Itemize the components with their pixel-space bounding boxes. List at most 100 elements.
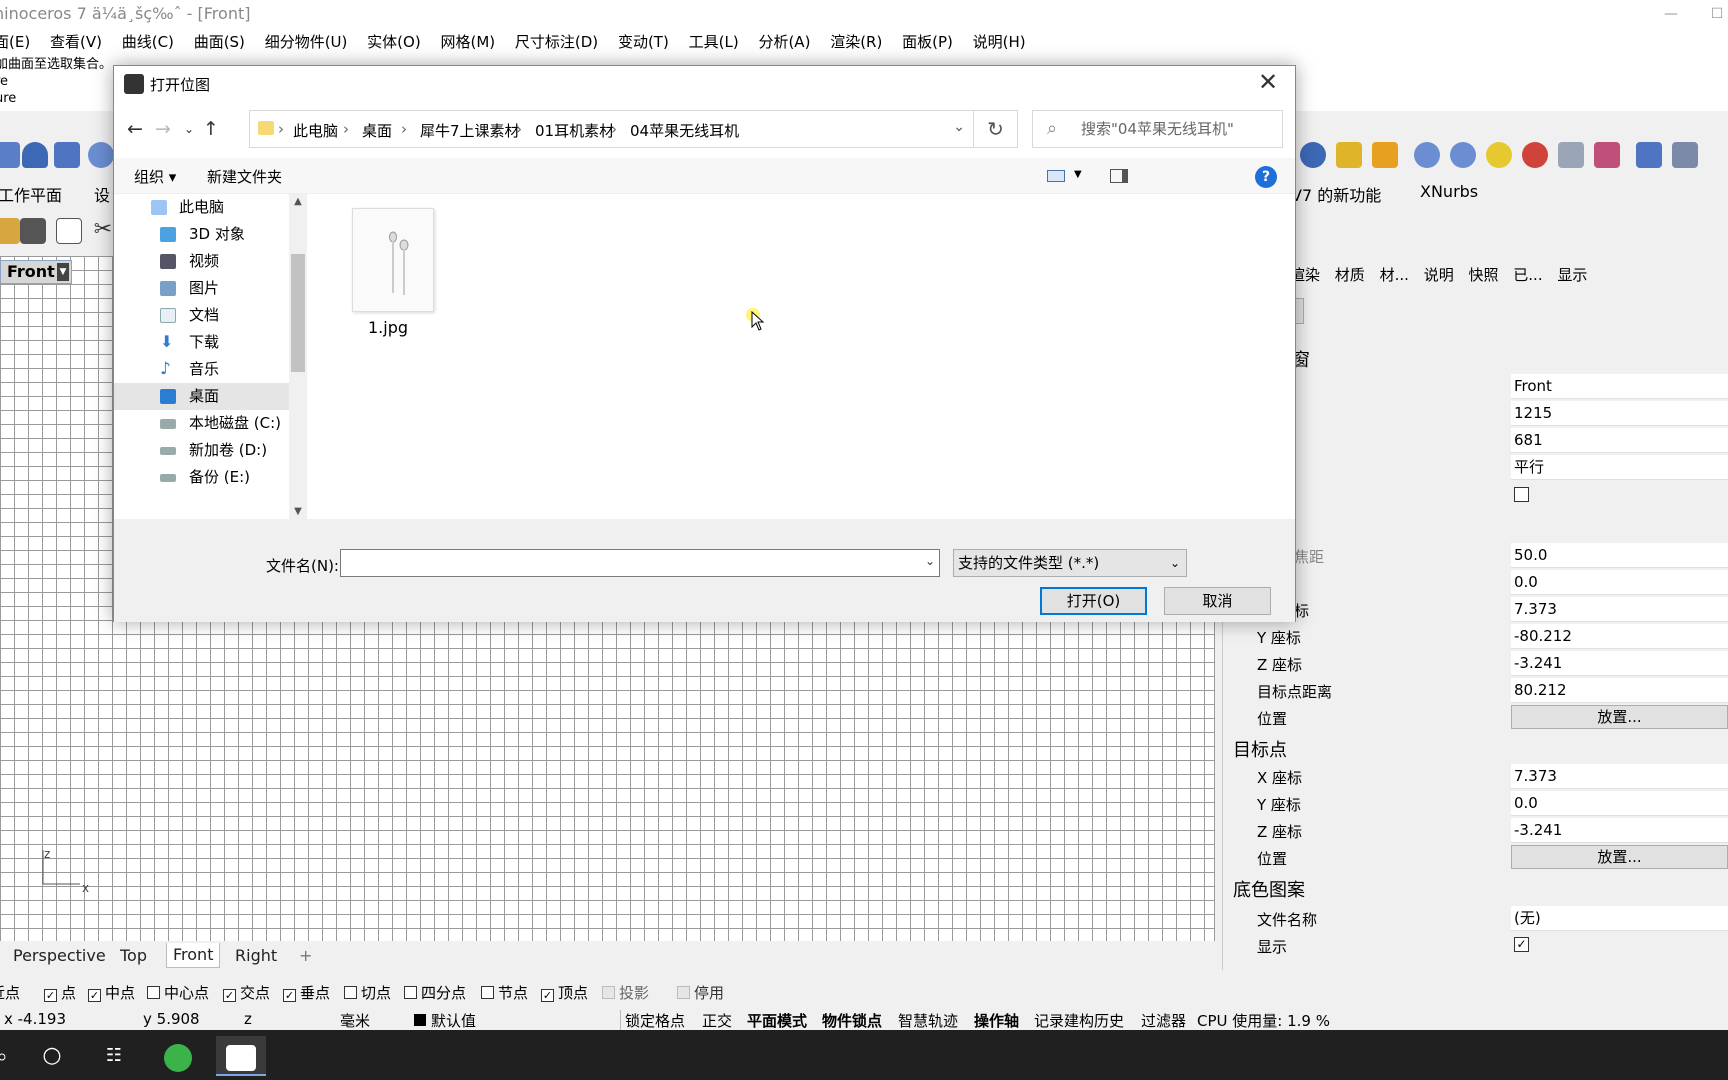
breadcrumb-current[interactable]: 04苹果无线耳机 — [630, 120, 739, 141]
browser-icon[interactable] — [156, 1036, 200, 1076]
target-x-value[interactable]: 7.373 — [1511, 764, 1728, 789]
breadcrumb-course[interactable]: 犀牛7上课素材 — [420, 120, 520, 141]
tab-settings[interactable]: 设 — [94, 182, 110, 206]
checkbox-icon[interactable] — [147, 986, 160, 999]
tab-named-views[interactable]: 已... — [1513, 266, 1542, 284]
tab-help[interactable]: 说明 — [1424, 266, 1454, 284]
nav-item-pc[interactable]: 此电脑 — [114, 194, 289, 221]
paint-icon[interactable] — [1336, 142, 1362, 168]
open-button[interactable]: 打开(O) — [1040, 587, 1147, 615]
planar-toggle[interactable]: 平面模式 — [747, 1010, 807, 1031]
osnap-tangent[interactable]: 切点 — [344, 982, 391, 1003]
camera-y-value[interactable]: -80.212 — [1511, 624, 1728, 649]
light-icon[interactable] — [1486, 142, 1512, 168]
tab-right[interactable]: Right — [235, 946, 277, 965]
history-toggle[interactable]: 记录建构历史 — [1034, 1010, 1124, 1031]
open-icon[interactable] — [0, 218, 20, 244]
nav-item-music[interactable]: ♪ 音乐 — [114, 356, 289, 383]
tab-top[interactable]: Top — [120, 946, 147, 965]
solid-icon[interactable] — [0, 142, 20, 168]
minimize-button[interactable]: — — [1648, 0, 1694, 28]
refresh-icon[interactable]: ↻ — [974, 110, 1018, 148]
gumball-toggle[interactable]: 操作轴 — [974, 1010, 1019, 1031]
nav-item-desktop[interactable]: 桌面 — [114, 383, 289, 410]
target-distance-value[interactable]: 80.212 — [1511, 678, 1728, 703]
chevron-down-icon[interactable]: ⌄ — [1170, 550, 1180, 576]
up-icon[interactable]: ↑ — [198, 116, 224, 142]
menu-item-edit[interactable]: 面(E) — [0, 30, 30, 54]
chevron-down-icon[interactable]: ▼ — [1074, 169, 1082, 180]
chevron-up-icon[interactable]: ▲ — [289, 196, 307, 207]
checkbox-icon[interactable]: ✓ — [541, 989, 554, 1002]
address-bar[interactable]: › 此电脑 › 桌面 › 犀牛7上课素材 › 01耳机素材 › 04苹果无线耳机… — [249, 110, 974, 148]
search-icon[interactable]: ○ — [30, 1036, 74, 1076]
print-icon[interactable] — [20, 218, 46, 244]
tab-snapshots[interactable]: 快照 — [1468, 266, 1498, 284]
organize-button[interactable]: 组织 ▾ — [134, 166, 176, 187]
checkbox-icon[interactable]: ✓ — [44, 989, 57, 1002]
osnap-intersection[interactable]: ✓ 交点 — [223, 982, 270, 1003]
tab-perspective[interactable]: Perspective — [13, 946, 106, 965]
breadcrumb-earphone[interactable]: 01耳机素材 — [535, 120, 614, 141]
nav-item-drive-d[interactable]: 新加卷 (D:) — [114, 437, 289, 464]
breadcrumb-pc[interactable]: 此电脑 — [293, 120, 338, 141]
osnap-midpoint[interactable]: ✓ 中点 — [88, 982, 135, 1003]
no-icon[interactable] — [1522, 142, 1548, 168]
nav-item-pictures[interactable]: 图片 — [114, 275, 289, 302]
tab-material-library[interactable]: 材... — [1380, 266, 1409, 284]
lens-value[interactable]: 50.0 — [1511, 543, 1728, 568]
projection-value[interactable]: 平行 — [1511, 455, 1728, 480]
nav-item-drive-e[interactable]: 备份 (E:) — [114, 464, 289, 491]
scrollbar-thumb[interactable] — [291, 254, 305, 372]
snap2-icon[interactable] — [1450, 142, 1476, 168]
tab-new-features[interactable]: V7 的新功能 — [1291, 182, 1381, 206]
wallpaper-filename-value[interactable]: (无) — [1511, 906, 1728, 931]
checkbox-icon[interactable] — [602, 986, 615, 999]
osnap-toggle[interactable]: 物件锁点 — [822, 1010, 882, 1031]
checkbox-icon[interactable] — [481, 986, 494, 999]
close-icon[interactable]: ✕ — [1253, 68, 1283, 96]
menu-item-render[interactable]: 渲染(R) — [830, 30, 882, 54]
checkbox-icon[interactable]: ✓ — [223, 989, 236, 1002]
snap-icon[interactable] — [1414, 142, 1440, 168]
checkbox-icon[interactable] — [677, 986, 690, 999]
menu-item-panels[interactable]: 面板(P) — [902, 30, 953, 54]
ortho-toggle[interactable]: 正交 — [702, 1010, 732, 1031]
osnap-quadrant[interactable]: 四分点 — [404, 982, 466, 1003]
start-icon[interactable]: ⌕ — [0, 1036, 24, 1076]
task-view-icon[interactable]: ☷ — [92, 1036, 136, 1076]
filter-icon[interactable] — [1558, 142, 1584, 168]
chevron-down-icon[interactable]: ⌄ — [953, 119, 965, 135]
tab-front[interactable]: Front — [166, 943, 221, 968]
file-name[interactable]: 1.jpg — [368, 318, 408, 337]
nav-item-downloads[interactable]: ⬇ 下载 — [114, 329, 289, 356]
chevron-down-icon[interactable]: ▼ — [57, 263, 69, 281]
target-y-value[interactable]: 0.0 — [1511, 791, 1728, 816]
checkbox-icon[interactable] — [1514, 487, 1529, 502]
menu-item-dimension[interactable]: 尺寸标注(D) — [515, 30, 598, 54]
chevron-right-icon[interactable]: › — [516, 120, 522, 138]
rhino-icon[interactable] — [216, 1036, 266, 1076]
menu-item-solid[interactable]: 实体(O) — [367, 30, 421, 54]
navigation-scrollbar[interactable]: ▲ ▼ — [289, 194, 307, 519]
cylinder-icon[interactable] — [54, 142, 80, 168]
viewport-title[interactable]: Front ▼ — [0, 260, 72, 284]
camera-x-value[interactable]: 7.373 — [1511, 597, 1728, 622]
preview-pane-icon[interactable] — [1110, 169, 1128, 183]
checkbox-icon[interactable]: ✓ — [88, 989, 101, 1002]
menu-item-tools[interactable]: 工具(L) — [689, 30, 739, 54]
filetype-select[interactable]: 支持的文件类型 (*.*) ⌄ — [953, 549, 1187, 577]
osnap-center[interactable]: 中心点 — [147, 982, 209, 1003]
cone-icon[interactable] — [22, 142, 48, 168]
status-layer[interactable]: 默认值 — [431, 1010, 476, 1031]
target-z-value[interactable]: -3.241 — [1511, 818, 1728, 843]
checkbox-icon[interactable]: ✓ — [1514, 937, 1529, 952]
pin-icon[interactable] — [1594, 142, 1620, 168]
nav-item-videos[interactable]: 视频 — [114, 248, 289, 275]
tab-workplane[interactable]: 工作平面 — [0, 182, 62, 206]
filter-toggle[interactable]: 过滤器 — [1141, 1010, 1186, 1031]
menu-item-curve[interactable]: 曲线(C) — [122, 30, 174, 54]
box-icon[interactable] — [1636, 142, 1662, 168]
chevron-right-icon[interactable]: › — [278, 120, 284, 138]
nav-item-documents[interactable]: 文档 — [114, 302, 289, 329]
